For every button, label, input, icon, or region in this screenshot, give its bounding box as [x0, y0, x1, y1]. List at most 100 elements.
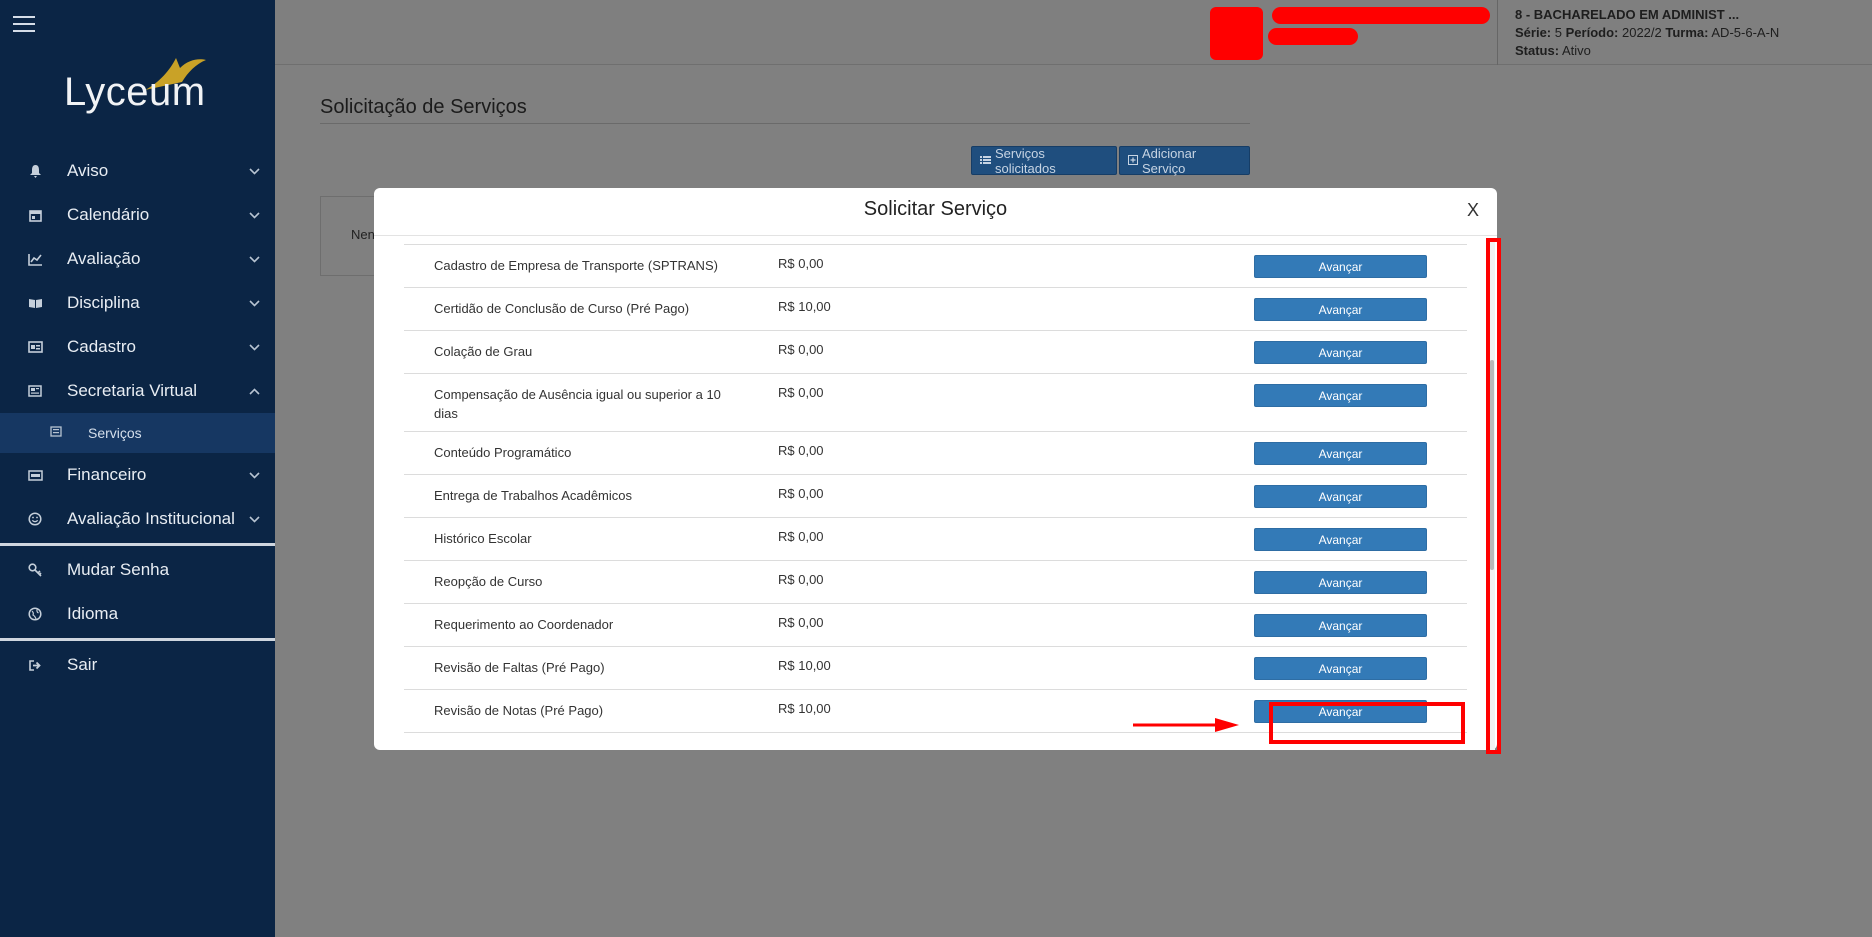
turma-label: Turma:: [1665, 25, 1709, 40]
service-row: Certidão de Conclusão de Curso (Pré Pago…: [404, 288, 1467, 331]
service-name: Entrega de Trabalhos Acadêmicos: [434, 488, 633, 503]
avancar-button[interactable]: Avançar: [1254, 255, 1427, 278]
avancar-highlight-box: [1269, 702, 1465, 744]
chevron-up-icon: [249, 384, 260, 398]
service-price: R$ 0,00: [778, 256, 824, 271]
service-name: Reopção de Curso: [434, 574, 543, 589]
avancar-button[interactable]: Avançar: [1254, 485, 1427, 508]
chevron-down-icon: [249, 208, 260, 222]
chevron-down-icon: [249, 296, 260, 310]
sidebar-divider: [0, 543, 275, 546]
chart-line-icon: [27, 251, 43, 267]
sidebar-item-avaliacao-institucional[interactable]: Avaliação Institucional: [0, 497, 275, 541]
service-name: Requerimento ao Coordenador: [434, 617, 614, 632]
sidebar-item-label: Sair: [67, 655, 98, 674]
service-price: R$ 0,00: [778, 486, 824, 501]
service-name: Revisão de Notas (Pré Pago): [434, 703, 604, 718]
service-price: R$ 0,00: [778, 529, 824, 544]
calendar-icon: [27, 207, 43, 223]
service-row: Revisão de Faltas (Pré Pago) R$ 10,00 Av…: [404, 647, 1467, 690]
sidebar-item-label: Idioma: [67, 604, 119, 623]
sidebar-item-disciplina[interactable]: Disciplina: [0, 281, 275, 325]
servicos-solicitados-button[interactable]: Serviços solicitados: [971, 145, 1117, 176]
globe-icon: [27, 606, 43, 622]
sidebar-item-label: Aviso: [67, 161, 109, 180]
service-row: Requerimento ao Coordenador R$ 0,00 Avan…: [404, 604, 1467, 647]
scrollbar-highlight-box: [1486, 238, 1501, 754]
avancar-button[interactable]: Avançar: [1254, 528, 1427, 551]
avancar-button[interactable]: Avançar: [1254, 298, 1427, 321]
avancar-button[interactable]: Avançar: [1254, 614, 1427, 637]
sidebar-subitem-servicos[interactable]: Serviços: [0, 413, 275, 453]
periodo-label: Período:: [1565, 25, 1619, 40]
book-icon: [27, 295, 43, 311]
key-icon: [27, 562, 43, 578]
sign-out-icon: [27, 657, 43, 673]
service-row: Colação de Grau R$ 0,00 Avançar: [404, 331, 1467, 374]
sidebar-item-financeiro[interactable]: Financeiro: [0, 453, 275, 497]
service-name: Compensação de Ausência igual ou superio…: [434, 387, 721, 421]
sidebar-item-label: Calendário: [67, 205, 150, 224]
sidebar-item-idioma[interactable]: Idioma: [0, 592, 275, 636]
student-info: 8 - BACHARELADO EM ADMINIST ... Série: 5…: [1497, 0, 1779, 65]
id-card-icon: [27, 339, 43, 355]
avancar-button[interactable]: Avançar: [1254, 571, 1427, 594]
sidebar-item-avaliacao[interactable]: Avaliação: [0, 237, 275, 281]
service-row: Compensação de Ausência igual ou superio…: [404, 374, 1467, 432]
sidebar: Lyceum Aviso Calendário Avaliação Discip…: [0, 0, 275, 937]
smile-icon: [27, 511, 43, 527]
service-price: R$ 0,00: [778, 615, 824, 630]
top-bar: 8 - BACHARELADO EM ADMINIST ... Série: 5…: [275, 0, 1872, 65]
sidebar-item-label: Secretaria Virtual: [67, 381, 198, 400]
service-row: Histórico Escolar R$ 0,00 Avançar: [404, 518, 1467, 561]
service-price: R$ 10,00: [778, 658, 831, 673]
chevron-down-icon: [249, 252, 260, 266]
sidebar-divider: [0, 638, 275, 641]
avancar-button[interactable]: Avançar: [1254, 657, 1427, 680]
serie-label: Série:: [1515, 25, 1552, 40]
status-value: Ativo: [1561, 43, 1591, 58]
avancar-button[interactable]: Avançar: [1254, 384, 1427, 407]
modal-body: Cadastro de Empresa de Transporte (SPTRA…: [374, 237, 1497, 750]
serie-value: 5: [1554, 25, 1562, 40]
modal-title: Solicitar Serviço: [863, 198, 1008, 220]
status-label: Status:: [1515, 43, 1560, 58]
sidebar-item-calendario[interactable]: Calendário: [0, 193, 275, 237]
service-row: Reopção de Curso R$ 0,00 Avançar: [404, 561, 1467, 604]
sidebar-item-secretaria-virtual[interactable]: Secretaria Virtual: [0, 369, 275, 413]
sidebar-menu: Aviso Calendário Avaliação Disciplina Ca…: [0, 149, 275, 687]
sidebar-item-mudar-senha[interactable]: Mudar Senha: [0, 548, 275, 592]
adicionar-servico-button[interactable]: Adicionar Serviço: [1119, 145, 1250, 176]
avancar-button[interactable]: Avançar: [1254, 442, 1427, 465]
service-price: R$ 0,00: [778, 385, 824, 400]
solicitar-servico-modal: Solicitar Serviço X Cadastro de Empresa …: [374, 188, 1497, 750]
service-price: R$ 0,00: [778, 342, 824, 357]
background-panel-text: Nen: [351, 227, 375, 242]
service-name: Certidão de Conclusão de Curso (Pré Pago…: [434, 301, 690, 316]
money-icon: [27, 467, 43, 483]
service-name: Conteúdo Programático: [434, 445, 572, 460]
avancar-button[interactable]: Avançar: [1254, 341, 1427, 364]
sidebar-item-sair[interactable]: Sair: [0, 643, 275, 687]
service-row: Entrega de Trabalhos Acadêmicos R$ 0,00 …: [404, 475, 1467, 518]
modal-header: Solicitar Serviço X: [374, 188, 1497, 236]
sidebar-item-aviso[interactable]: Aviso: [0, 149, 275, 193]
red-arrow-icon: [1133, 718, 1239, 732]
service-name: Colação de Grau: [434, 344, 533, 359]
bell-icon: [27, 163, 43, 179]
logo-text: Lyceum: [64, 70, 206, 114]
service-name: Cadastro de Empresa de Transporte (SPTRA…: [434, 258, 718, 273]
sidebar-item-cadastro[interactable]: Cadastro: [0, 325, 275, 369]
background-panel: Nen: [320, 196, 380, 276]
periodo-value: 2022/2: [1621, 25, 1662, 40]
sidebar-subitem-label: Serviços: [88, 425, 142, 441]
hamburger-menu-icon[interactable]: [13, 16, 35, 34]
servicos-solicitados-label: Serviços solicitados: [995, 145, 1056, 176]
modal-close-button[interactable]: X: [1467, 200, 1479, 221]
adicionar-servico-label: Adicionar Serviço: [1142, 145, 1197, 176]
chevron-down-icon: [249, 468, 260, 482]
chevron-down-icon: [249, 512, 260, 526]
list-icon: [980, 153, 991, 168]
sidebar-item-label: Disciplina: [67, 293, 140, 312]
sidebar-item-label: Financeiro: [67, 465, 147, 484]
